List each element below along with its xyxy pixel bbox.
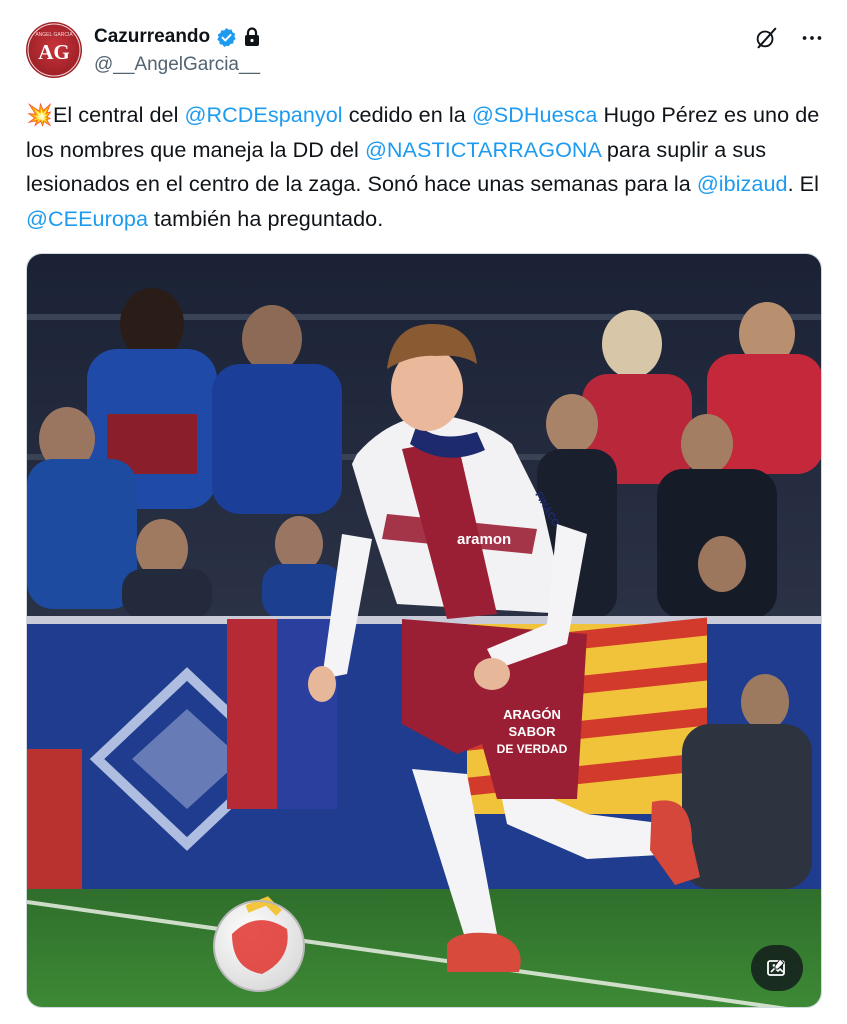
mention-link[interactable]: @RCDEspanyol: [185, 102, 343, 127]
ag-monogram-logo-icon: ANGEL GARCIA AG: [27, 23, 81, 77]
verified-badge-icon: [217, 27, 236, 47]
grok-icon: [756, 27, 777, 49]
more-button[interactable]: [798, 24, 826, 52]
mention-link[interactable]: @SDHuesca: [472, 102, 598, 127]
more-icon: [802, 36, 822, 40]
shirt-sponsor: aramon: [457, 531, 511, 548]
alt-text-button[interactable]: [751, 945, 803, 991]
pitch: [27, 889, 821, 1007]
mention-link[interactable]: @NASTICTARRAGONA: [365, 137, 601, 162]
tweet-text: 💥El central del @RCDEspanyol cedido en l…: [26, 98, 826, 236]
lock-icon: [245, 27, 260, 46]
text-segment: también ha preguntado.: [148, 205, 384, 231]
grok-button[interactable]: [752, 24, 780, 52]
svg-text:ANGEL GARCIA: ANGEL GARCIA: [35, 32, 73, 38]
mention-link[interactable]: @CEEuropa: [26, 206, 148, 231]
shorts-sponsor-2: SABOR: [509, 724, 557, 739]
text-segment: cedido en la: [342, 102, 472, 127]
user-handle[interactable]: @__AngelGarcia__: [94, 54, 260, 76]
svg-text:AG: AG: [38, 40, 70, 64]
tweet-header: ANGEL GARCIA AG Cazurreando @__AngelGarc…: [26, 20, 826, 80]
text-segment: . El: [787, 171, 819, 196]
collision-emoji: 💥: [26, 102, 53, 127]
shorts-sponsor-1: ARAGÓN: [503, 707, 561, 722]
image-description-icon: [767, 958, 785, 976]
tweet-photo[interactable]: ARAGÓN SABOR DE VERDAD aramon FINACO: [26, 253, 822, 1008]
mention-link[interactable]: @ibizaud: [697, 171, 788, 196]
football-player-photo: ARAGÓN SABOR DE VERDAD aramon FINACO: [27, 254, 821, 1007]
text-segment: El central del: [52, 102, 185, 127]
display-name[interactable]: Cazurreando: [94, 26, 210, 48]
avatar[interactable]: ANGEL GARCIA AG: [26, 22, 82, 78]
shorts-sponsor-3: DE VERDAD: [497, 742, 568, 756]
football: [213, 896, 305, 992]
